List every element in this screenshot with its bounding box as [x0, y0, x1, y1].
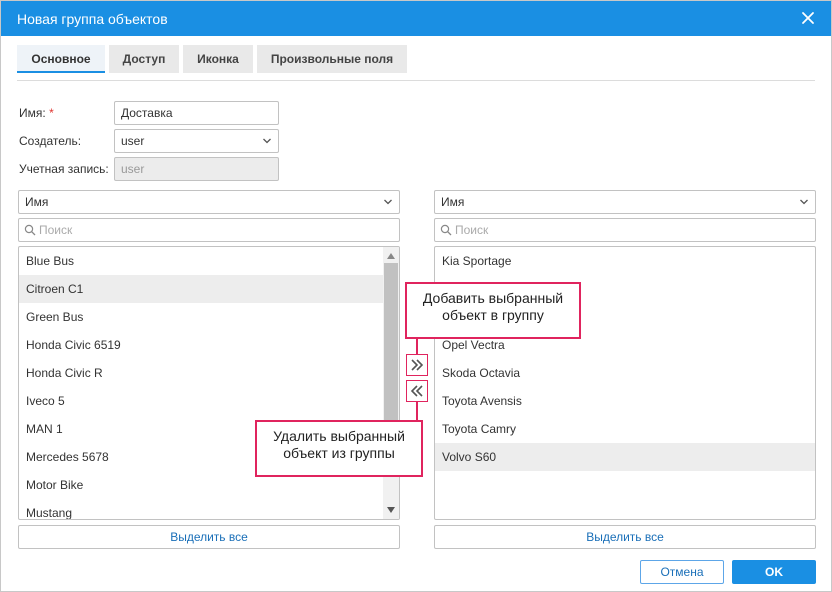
right-sort-value: Имя — [441, 195, 465, 209]
left-sort-select[interactable]: Имя — [18, 190, 400, 214]
add-callout-connector — [416, 338, 418, 354]
tab-general[interactable]: Основное — [17, 45, 105, 73]
account-label: Учетная запись: — [19, 162, 109, 176]
list-item[interactable]: Citroen C1 — [19, 275, 383, 303]
remove-from-group-button[interactable] — [406, 380, 428, 402]
new-object-group-dialog: Новая группа объектов Основное Доступ Ик… — [0, 0, 832, 592]
list-item[interactable]: Mustang — [19, 499, 383, 519]
name-field[interactable]: Доставка — [114, 101, 279, 125]
creator-label: Создатель: — [19, 134, 82, 148]
left-select-all-button[interactable]: Выделить все — [18, 525, 400, 549]
tab-access[interactable]: Доступ — [109, 45, 179, 73]
tabs-divider — [17, 80, 815, 81]
right-select-all-button[interactable]: Выделить все — [434, 525, 816, 549]
creator-value: user — [121, 134, 145, 148]
scroll-down-icon[interactable] — [387, 507, 395, 513]
search-icon — [24, 224, 36, 236]
cancel-button[interactable]: Отмена — [640, 560, 724, 584]
list-item[interactable]: Blue Bus — [19, 247, 383, 275]
available-objects-list: Blue Bus Citroen C1 Green Bus Honda Civi… — [18, 246, 400, 520]
list-item[interactable]: Skoda Octavia — [435, 359, 815, 387]
list-item[interactable]: Honda Civic R — [19, 359, 383, 387]
search-icon — [440, 224, 452, 236]
left-search-input[interactable] — [39, 221, 393, 239]
scroll-thumb[interactable] — [384, 263, 398, 433]
chevron-down-icon — [799, 198, 809, 206]
left-search — [18, 218, 400, 242]
list-item[interactable]: Green Bus — [19, 303, 383, 331]
left-sort-value: Имя — [25, 195, 49, 209]
dialog-titlebar: Новая группа объектов — [1, 1, 831, 36]
tab-icon[interactable]: Иконка — [183, 45, 253, 73]
left-list-scrollbar[interactable] — [383, 247, 399, 519]
name-label: Имя: * — [19, 106, 54, 120]
close-icon[interactable] — [799, 9, 817, 27]
chevron-down-icon — [262, 137, 272, 145]
remove-callout-connector — [416, 402, 418, 421]
list-item[interactable]: Iveco 5 — [19, 387, 383, 415]
list-item[interactable]: Volvo S60 — [435, 443, 815, 471]
double-chevron-left-icon — [410, 385, 423, 397]
required-mark: * — [49, 106, 54, 120]
dialog-title: Новая группа объектов — [17, 11, 168, 27]
remove-callout-line2: объект из группы — [283, 445, 395, 461]
remove-callout-line1: Удалить выбранный — [273, 428, 405, 444]
list-item[interactable]: Toyota Avensis — [435, 387, 815, 415]
chevron-down-icon — [383, 198, 393, 206]
add-callout-line1: Добавить выбранный — [422, 290, 564, 306]
remove-callout: Удалить выбранный объект из группы — [255, 420, 423, 477]
list-item[interactable]: Kia Sportage — [435, 247, 815, 275]
right-sort-select[interactable]: Имя — [434, 190, 816, 214]
creator-select[interactable]: user — [114, 129, 279, 153]
scroll-up-icon[interactable] — [387, 253, 395, 259]
right-search — [434, 218, 816, 242]
add-to-group-button[interactable] — [406, 354, 428, 376]
tab-custom-fields[interactable]: Произвольные поля — [257, 45, 407, 73]
list-item[interactable]: Honda Civic 6519 — [19, 331, 383, 359]
account-field: user — [114, 157, 279, 181]
double-chevron-right-icon — [411, 359, 424, 371]
ok-button[interactable]: OK — [732, 560, 816, 584]
right-search-input[interactable] — [455, 221, 809, 239]
add-callout: Добавить выбранный объект в группу — [405, 282, 581, 339]
add-callout-line2: объект в группу — [442, 307, 544, 323]
list-item[interactable]: Toyota Camry — [435, 415, 815, 443]
